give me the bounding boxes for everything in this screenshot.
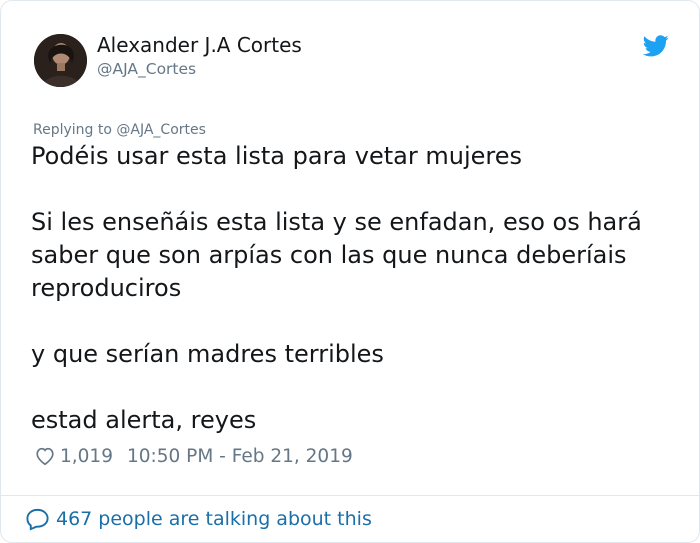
tweet-line: reproduciros: [31, 274, 182, 302]
avatar[interactable]: [34, 34, 87, 87]
tweet-line: Podéis usar esta lista para vetar mujere…: [31, 142, 522, 170]
tweet-paragraph: Podéis usar esta lista para vetar mujere…: [31, 140, 671, 173]
tweet-meta: 1,019 10:50 PM - Feb 21, 2019: [34, 444, 353, 468]
user-handle[interactable]: @AJA_Cortes: [97, 59, 196, 79]
reply-context[interactable]: Replying to @AJA_Cortes: [33, 121, 206, 139]
heart-icon[interactable]: [34, 445, 56, 467]
tweet-line: estad alerta, reyes: [31, 406, 257, 434]
tweet-paragraph: Si les enseñáis esta lista y se enfadan,…: [31, 206, 671, 305]
talking-label[interactable]: 467 people are talking about this: [56, 508, 372, 530]
avatar-image: [34, 34, 87, 87]
tweet-timestamp[interactable]: 10:50 PM - Feb 21, 2019: [127, 446, 353, 467]
tweet-line: y que serían madres terribles: [31, 340, 384, 368]
tweet-card: Alexander J.A Cortes @AJA_Cortes Replyin…: [0, 0, 700, 543]
divider: [1, 495, 699, 496]
tweet-line: saber que son arpías con las que nunca d…: [31, 241, 627, 269]
display-name[interactable]: Alexander J.A Cortes: [97, 32, 302, 58]
twitter-bird-icon[interactable]: [643, 35, 669, 57]
tweet-paragraph: y que serían madres terribles: [31, 338, 671, 371]
like-count[interactable]: 1,019: [60, 446, 113, 467]
speech-bubble-icon: [26, 508, 49, 531]
tweet-paragraph: estad alerta, reyes: [31, 404, 671, 437]
tweet-text: Podéis usar esta lista para vetar mujere…: [31, 140, 671, 437]
tweet-line: Si les enseñáis esta lista y se enfadan,…: [31, 208, 642, 236]
conversation-link[interactable]: 467 people are talking about this: [25, 507, 372, 531]
